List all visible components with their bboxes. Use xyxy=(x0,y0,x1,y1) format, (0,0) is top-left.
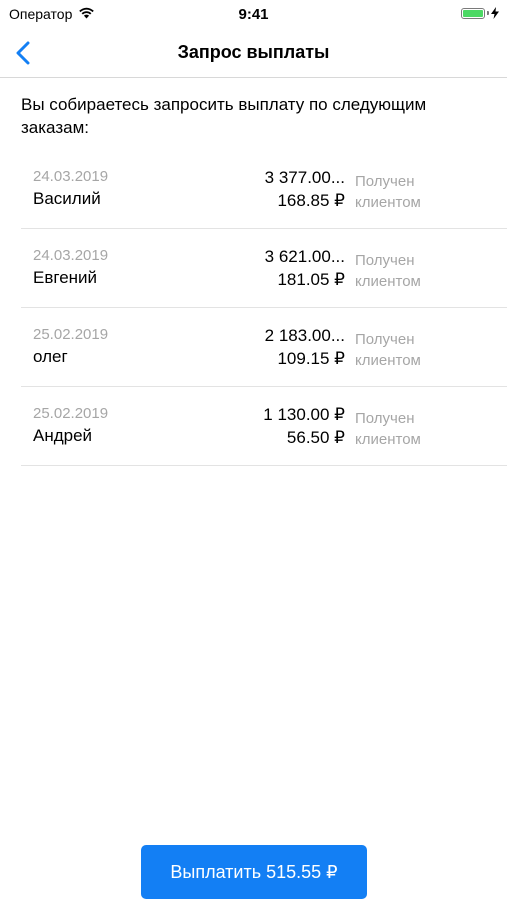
charging-bolt-icon xyxy=(491,7,499,19)
navigation-bar: Запрос выплаты xyxy=(0,30,507,78)
order-customer-name: Василий xyxy=(33,189,101,208)
order-payout: 56.50 ₽ xyxy=(286,428,345,447)
order-amount: 2 183.00... xyxy=(264,326,345,345)
order-amount: 3 377.00... xyxy=(264,168,345,187)
order-date: 24.03.2019 xyxy=(33,247,109,264)
order-amount: 3 621.00... xyxy=(264,247,345,266)
page-title: Запрос выплаты xyxy=(177,42,330,62)
battery-charging-icon xyxy=(461,7,499,19)
intro-text: Вы собираетесь запросить выплату по след… xyxy=(21,95,427,137)
order-status: Получен клиентом xyxy=(355,410,421,448)
order-payout: 168.85 ₽ xyxy=(277,191,345,210)
order-row: 24.03.2019 Василий 3 377.00... 168.85 ₽ … xyxy=(21,150,507,229)
status-time: 9:41 xyxy=(238,6,269,23)
request-payout-button-label: Выплатить 515.55 ₽ xyxy=(170,861,338,882)
order-date: 25.02.2019 xyxy=(33,405,109,422)
order-payout: 109.15 ₽ xyxy=(277,349,345,368)
order-row: 24.03.2019 Евгений 3 621.00... 181.05 ₽ … xyxy=(21,229,507,308)
order-customer-name: Андрей xyxy=(33,426,93,445)
request-payout-button[interactable]: Выплатить 515.55 ₽ xyxy=(141,845,367,899)
status-bar: Оператор 9:41 xyxy=(0,0,507,30)
order-date: 24.03.2019 xyxy=(33,168,109,185)
order-status: Получен клиентом xyxy=(355,331,421,369)
order-status: Получен клиентом xyxy=(355,173,421,211)
order-customer-name: олег xyxy=(33,347,68,366)
order-row: 25.02.2019 олег 2 183.00... 109.15 ₽ Пол… xyxy=(21,308,507,387)
order-amount: 1 130.00 ₽ xyxy=(263,405,345,424)
orders-list: 24.03.2019 Василий 3 377.00... 168.85 ₽ … xyxy=(21,150,507,466)
order-row: 25.02.2019 Андрей 1 130.00 ₽ 56.50 ₽ Пол… xyxy=(21,387,507,466)
order-status: Получен клиентом xyxy=(355,252,421,290)
order-customer-name: Евгений xyxy=(33,268,98,287)
order-date: 25.02.2019 xyxy=(33,326,109,343)
order-payout: 181.05 ₽ xyxy=(277,270,345,289)
